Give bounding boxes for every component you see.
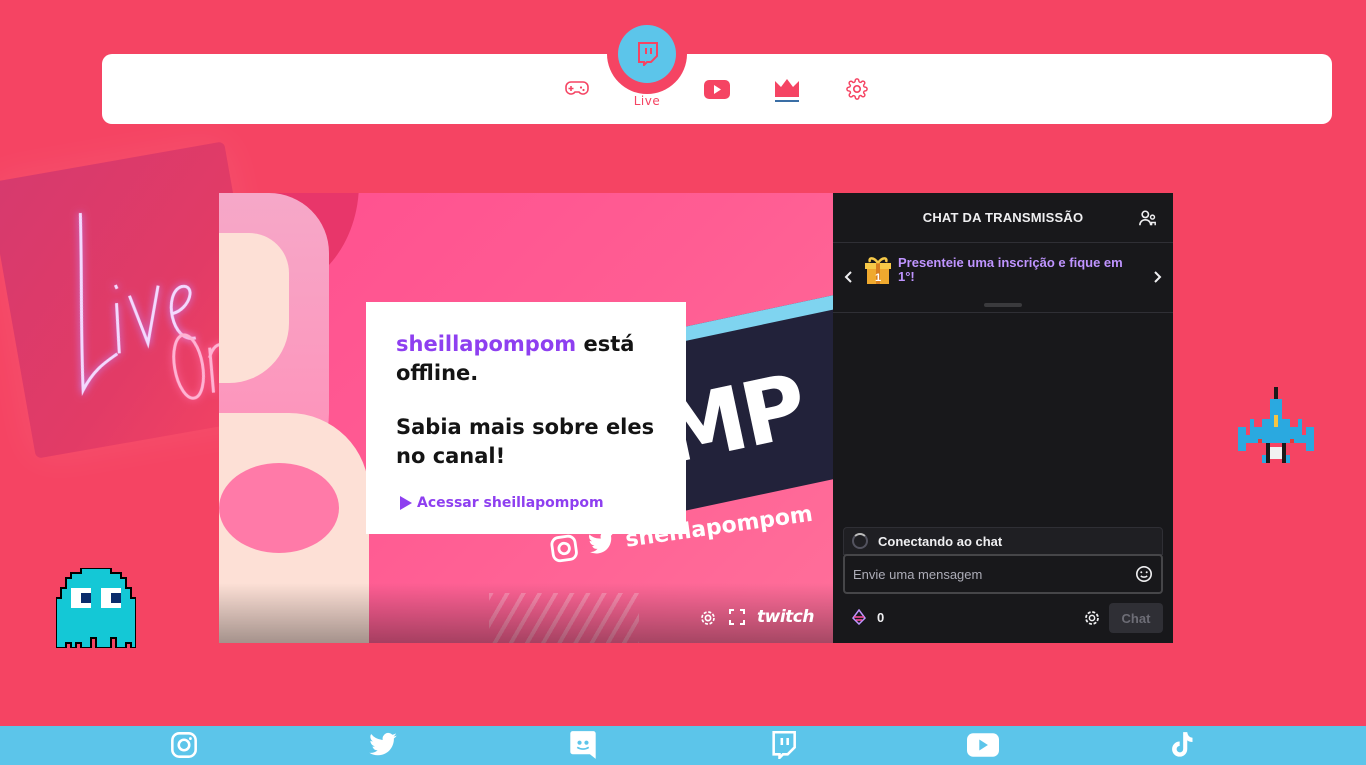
emoji-icon[interactable] [1135,565,1153,583]
gift-promo[interactable]: 1 Presenteie uma inscrição e fique em 1°… [833,243,1173,313]
chat-message-box[interactable] [843,554,1163,594]
instagram-icon[interactable] [167,728,201,762]
chat-send-button[interactable]: Chat [1109,603,1163,633]
chat-header: CHAT DA TRANSMISSÃO [833,193,1173,243]
offline-card: sheillapompom está offline. Sabia mais s… [366,302,686,534]
twitch-logo[interactable]: twitch [757,607,814,627]
promo-drag-handle[interactable] [984,303,1022,307]
chat-panel: CHAT DA TRANSMISSÃO 1 Presenteie uma ins… [833,193,1173,643]
chat-connecting-status: Conectando ao chat [843,527,1163,555]
visit-channel-label: Acessar sheillapompom [417,495,604,511]
chat-message-input[interactable] [853,566,1135,582]
active-underline [775,100,799,102]
chevron-right-icon[interactable] [1153,270,1163,284]
offline-title: sheillapompom está offline. [396,330,656,388]
youtube-icon[interactable] [702,74,732,104]
bits-icon [851,609,867,625]
social-footer [0,726,1366,765]
nav-live-label[interactable]: Live [617,94,677,108]
gift-number: 1 [875,272,881,284]
twitch-icon [636,42,658,66]
fullscreen-icon[interactable] [729,609,745,625]
ghost-icon [56,568,136,648]
twitter-icon[interactable] [366,728,400,762]
chat-footer: 0 Chat [833,601,1173,635]
gift-promo-text: Presenteie uma inscrição e fique em 1°! [898,255,1123,284]
visit-channel-link[interactable]: Acessar sheillapompom [400,495,604,511]
neon-live-lettering [78,212,230,400]
connecting-label: Conectando ao chat [878,533,1003,549]
discord-icon[interactable] [566,728,600,762]
gamepad-icon[interactable] [562,74,592,104]
chat-title: CHAT DA TRANSMISSÃO [922,210,1084,225]
twitch-icon[interactable] [766,728,800,762]
chevron-left-icon[interactable] [843,270,853,284]
nav-live-button[interactable] [618,25,676,83]
spinner-icon [852,533,868,549]
bits-count: 0 [877,609,885,625]
offline-channel-name[interactable]: sheillapompom [396,332,576,356]
gift-icon: 1 [863,253,893,285]
player-settings-icon[interactable] [699,609,717,627]
tiktok-icon[interactable] [1165,728,1199,762]
spaceship-icon [1238,387,1314,463]
character-boa [219,463,339,553]
instagram-icon [548,533,580,565]
chat-settings-icon[interactable] [1083,609,1101,627]
offline-subtitle: Sabia mais sobre eles no canal! [396,415,655,468]
users-icon[interactable] [1139,209,1157,227]
bits-balance[interactable]: 0 [851,609,884,625]
youtube-icon[interactable] [966,728,1000,762]
play-icon [400,496,412,510]
gear-icon[interactable] [842,74,872,104]
